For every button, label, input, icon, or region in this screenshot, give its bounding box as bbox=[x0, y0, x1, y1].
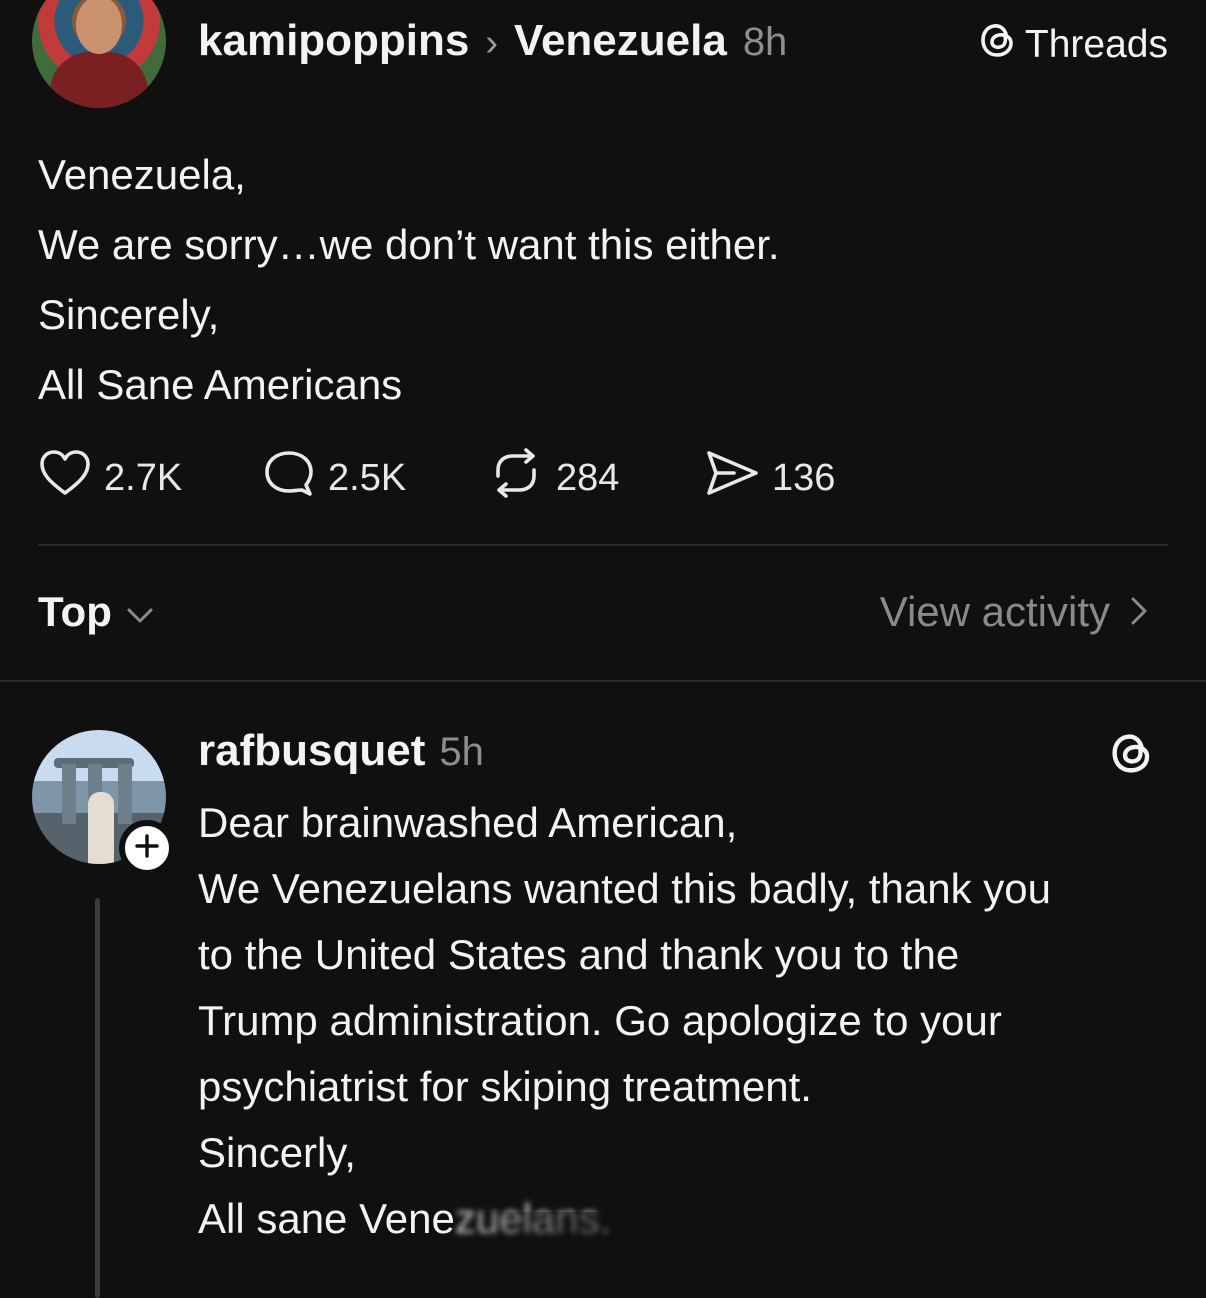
heart-icon bbox=[38, 448, 92, 508]
reply-count: 2.5K bbox=[328, 456, 407, 499]
obscuring-overlay bbox=[460, 1212, 760, 1274]
sort-dropdown[interactable]: Top bbox=[38, 588, 154, 636]
author-username[interactable]: kamipoppins bbox=[198, 16, 469, 66]
reply-text-line: We Venezuelans wanted this badly, thank … bbox=[198, 865, 1052, 912]
threads-logo-icon bbox=[1110, 728, 1154, 783]
reply-timestamp: 5h bbox=[439, 730, 484, 774]
threads-label: Threads bbox=[1024, 23, 1168, 66]
chevron-right-icon bbox=[1130, 588, 1148, 636]
reply-text-visible: All sane Vene bbox=[198, 1195, 455, 1242]
sort-label: Top bbox=[38, 588, 112, 635]
plus-icon bbox=[134, 833, 160, 864]
reply-text-line: psychiatrist for skiping treatment. bbox=[198, 1063, 812, 1110]
reply-button[interactable]: 2.5K bbox=[262, 448, 406, 508]
threads-app-link[interactable]: Threads bbox=[979, 20, 1168, 70]
chevron-down-icon bbox=[126, 588, 154, 636]
repost-count: 284 bbox=[556, 456, 620, 499]
repost-icon bbox=[488, 448, 544, 508]
avatar-person bbox=[88, 792, 114, 864]
topic-tag[interactable]: Venezuela bbox=[514, 16, 727, 66]
send-icon bbox=[704, 448, 760, 508]
breadcrumb-separator: › bbox=[485, 22, 499, 64]
threads-logo-icon bbox=[979, 20, 1017, 70]
full-width-divider bbox=[0, 680, 1206, 682]
comment-bubble-icon bbox=[262, 448, 316, 508]
reply-author-username[interactable]: rafbusquet bbox=[198, 726, 425, 776]
follow-button[interactable] bbox=[119, 820, 175, 876]
post-text-line: Venezuela, bbox=[38, 151, 246, 198]
reply-header: rafbusquet 5h bbox=[198, 726, 484, 776]
avatar-face bbox=[76, 0, 122, 54]
author-avatar[interactable] bbox=[32, 0, 166, 108]
post-text-line: All Sane Americans bbox=[38, 361, 403, 408]
post-header: kamipoppins › Venezuela 8h bbox=[198, 16, 787, 66]
post-text-line: We are sorry…we don’t want this either. bbox=[38, 221, 780, 268]
thread-connector-line bbox=[95, 898, 100, 1298]
like-button[interactable]: 2.7K bbox=[38, 448, 182, 508]
reply-text-line: Sincerly, bbox=[198, 1129, 356, 1176]
section-divider bbox=[38, 544, 1168, 546]
avatar-shirt bbox=[50, 52, 148, 108]
reply-text: Dear brainwashed American, We Venezuelan… bbox=[198, 790, 1178, 1252]
reply-text-line: to the United States and thank you to th… bbox=[198, 931, 960, 978]
post-text-line: Sincerely, bbox=[38, 291, 220, 338]
share-count: 136 bbox=[772, 456, 836, 499]
view-activity-link[interactable]: View activity bbox=[880, 588, 1148, 636]
view-activity-label: View activity bbox=[879, 588, 1110, 635]
share-button[interactable]: 136 bbox=[704, 448, 835, 508]
like-count: 2.7K bbox=[104, 456, 183, 499]
post-timestamp: 8h bbox=[742, 20, 788, 64]
avatar-background-tower bbox=[62, 764, 76, 824]
reply-text-line: Dear brainwashed American, bbox=[198, 799, 738, 846]
repost-button[interactable]: 284 bbox=[488, 448, 619, 508]
reply-text-line: Trump administration. Go apologize to yo… bbox=[198, 997, 1002, 1044]
post-text: Venezuela, We are sorry…we don’t want th… bbox=[38, 140, 1168, 420]
avatar-background-tower bbox=[118, 764, 132, 824]
